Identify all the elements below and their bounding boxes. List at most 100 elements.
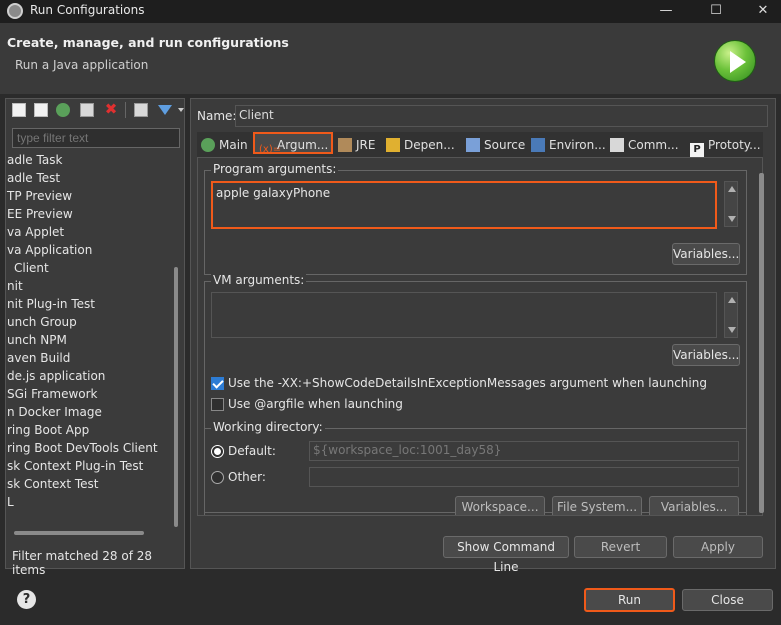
default-directory-field: ${workspace_loc:1001_day58} — [309, 441, 739, 461]
tree-item[interactable]: ring Boot DevTools Client — [7, 441, 158, 459]
other-directory-label: Other: — [228, 470, 266, 484]
tab-environment[interactable]: Environ... — [531, 134, 606, 156]
scroll-up-icon[interactable] — [728, 297, 736, 303]
show-code-details-checkbox[interactable] — [211, 377, 224, 390]
tab-source[interactable]: Source — [466, 134, 525, 156]
tab-prototype[interactable]: P Prototy... — [690, 134, 761, 157]
tree-item[interactable]: adle Task — [7, 153, 62, 171]
tab-common-label: Comm... — [628, 138, 679, 152]
tree-item[interactable]: EE Preview — [7, 207, 73, 225]
name-input[interactable]: Client — [235, 105, 768, 127]
configuration-tree: adle Task adle Test TP Preview EE Previe… — [6, 153, 174, 527]
tab-main[interactable]: Main — [201, 134, 248, 156]
revert-button[interactable]: Revert — [574, 536, 667, 558]
tree-item[interactable]: aven Build — [7, 351, 70, 369]
default-directory-radio[interactable] — [211, 445, 224, 458]
prototype-tab-icon: P — [690, 143, 704, 157]
tree-item[interactable]: sk Context Test — [7, 477, 98, 495]
duplicate-icon[interactable] — [80, 103, 94, 117]
environment-tab-icon — [531, 138, 545, 152]
tab-arguments[interactable]: (x)=Argum... — [253, 132, 333, 155]
tab-common[interactable]: Comm... — [610, 134, 679, 156]
tree-item[interactable]: unch NPM — [7, 333, 67, 351]
window-title: Run Configurations — [30, 3, 145, 17]
other-directory-radio[interactable] — [211, 471, 224, 484]
scroll-down-icon[interactable] — [728, 216, 736, 222]
show-code-details-label: Use the -XX:+ShowCodeDetailsInExceptionM… — [228, 376, 707, 390]
vm-arguments-title: VM arguments: — [211, 273, 307, 287]
tree-item[interactable]: va Applet — [7, 225, 64, 243]
other-directory-field[interactable] — [309, 467, 739, 487]
tab-main-label: Main — [219, 138, 248, 152]
common-tab-icon — [610, 138, 624, 152]
eclipse-gear-icon — [7, 3, 23, 19]
left-toolbar: ✖ — [6, 99, 184, 123]
program-arguments-scrollbar[interactable] — [724, 181, 738, 227]
maximize-button[interactable]: ☐ — [693, 0, 739, 23]
content-vertical-scrollbar[interactable] — [759, 173, 764, 513]
tree-item[interactable]: unch Group — [7, 315, 77, 333]
tree-item[interactable]: sk Context Plug-in Test — [7, 459, 143, 477]
use-argfile-label: Use @argfile when launching — [228, 397, 403, 411]
filter-dropdown-icon[interactable] — [178, 108, 184, 112]
filter-input[interactable] — [12, 128, 180, 148]
minimize-button[interactable]: — — [643, 0, 689, 23]
close-window-button[interactable]: ✕ — [740, 0, 781, 23]
tree-item[interactable]: nit Plug-in Test — [7, 297, 95, 315]
tree-item[interactable]: va Application — [7, 243, 92, 261]
tab-environment-label: Environ... — [549, 138, 606, 152]
arguments-tab-body: Program arguments: apple galaxyPhone Var… — [197, 158, 763, 516]
tree-item-client[interactable]: Client — [14, 261, 49, 279]
dependencies-tab-icon — [386, 138, 400, 152]
new-configuration-icon[interactable] — [12, 103, 26, 117]
tab-dependencies[interactable]: Depen... — [386, 134, 455, 156]
configuration-tree-panel: ✖ adle Task adle Test TP Preview EE Prev… — [5, 98, 185, 577]
workspace-button[interactable]: Workspace... — [455, 496, 545, 515]
tree-item[interactable]: L — [7, 495, 14, 513]
tab-jre[interactable]: JRE — [338, 134, 375, 156]
collapse-all-icon[interactable] — [134, 103, 148, 117]
working-directory-title: Working directory: — [211, 420, 325, 434]
header-title: Create, manage, and run configurations — [7, 35, 289, 50]
close-button[interactable]: Close — [682, 589, 773, 611]
help-icon[interactable]: ? — [17, 590, 36, 609]
use-argfile-checkbox[interactable] — [211, 398, 224, 411]
tree-item[interactable]: TP Preview — [7, 189, 72, 207]
tab-dependencies-label: Depen... — [404, 138, 455, 152]
tree-item[interactable]: nit — [7, 279, 23, 297]
vm-variables-button[interactable]: Variables... — [672, 344, 740, 366]
apply-button[interactable]: Apply — [673, 536, 763, 558]
tree-item[interactable]: n Docker Image — [7, 405, 102, 423]
filter-matched-text: Filter matched 28 of 28 items — [12, 549, 153, 577]
arguments-tab-icon: (x)= — [259, 144, 282, 155]
program-arguments-group: Program arguments: apple galaxyPhone Var… — [204, 162, 747, 275]
jre-tab-icon — [338, 138, 352, 152]
tree-item[interactable]: adle Test — [7, 171, 60, 189]
show-command-line-button[interactable]: Show Command Line — [443, 536, 569, 574]
tree-item[interactable]: de.js application — [7, 369, 105, 387]
new-prototype-icon[interactable] — [34, 103, 48, 117]
scroll-down-icon[interactable] — [728, 327, 736, 333]
tree-vertical-scrollbar[interactable] — [174, 267, 178, 527]
file-system-button[interactable]: File System... — [552, 496, 642, 515]
header-subtitle: Run a Java application — [15, 58, 149, 72]
program-arguments-input[interactable]: apple galaxyPhone — [211, 181, 717, 229]
scroll-up-icon[interactable] — [728, 186, 736, 192]
delete-icon[interactable]: ✖ — [104, 102, 118, 117]
name-label: Name: — [197, 109, 237, 123]
header-banner: Create, manage, and run configurations R… — [0, 23, 781, 94]
working-variables-button[interactable]: Variables... — [649, 496, 739, 515]
tab-arguments-label: Argum... — [277, 138, 329, 152]
program-variables-button[interactable]: Variables... — [672, 243, 740, 265]
tree-item[interactable]: SGi Framework — [7, 387, 98, 405]
tab-prototype-label: Prototy... — [708, 138, 761, 152]
filter-icon[interactable] — [158, 105, 172, 115]
export-icon[interactable] — [56, 103, 70, 117]
tree-item[interactable]: ring Boot App — [7, 423, 89, 441]
vm-arguments-scrollbar[interactable] — [724, 292, 738, 338]
vm-arguments-input[interactable] — [211, 292, 717, 338]
run-button[interactable]: Run — [584, 588, 675, 612]
toolbar-separator — [125, 102, 126, 118]
source-tab-icon — [466, 138, 480, 152]
tree-horizontal-scrollbar[interactable] — [14, 531, 144, 535]
